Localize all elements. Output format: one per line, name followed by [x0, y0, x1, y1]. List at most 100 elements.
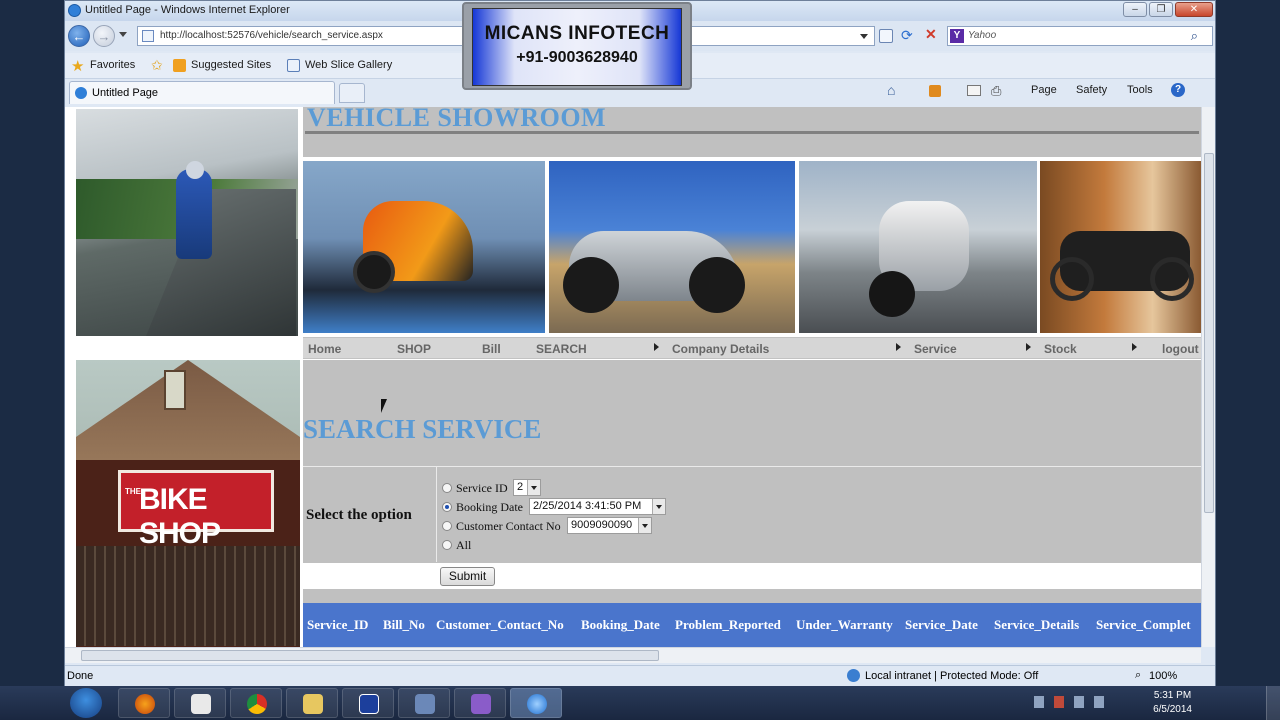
print-icon[interactable]: ⎙ [991, 83, 1001, 99]
col-bill-no: Bill_No [383, 617, 425, 632]
label-contact: Customer Contact No [456, 519, 561, 533]
suggested-sites-link[interactable]: Suggested Sites [191, 59, 271, 71]
forward-button[interactable]: → [93, 25, 115, 47]
menu-company-details[interactable]: Company Details [672, 342, 769, 356]
safety-menu[interactable]: Safety [1076, 84, 1107, 96]
taskbar-media-player[interactable] [174, 688, 226, 718]
web-slice-icon [287, 59, 300, 72]
mail-icon[interactable] [967, 85, 981, 96]
sign-text: BIKE SHOP [139, 483, 221, 550]
taskbar-visual-studio[interactable] [454, 688, 506, 718]
select-option-cell: Select the option [303, 466, 437, 562]
address-dropdown-icon[interactable] [860, 34, 868, 39]
close-button[interactable]: ✕ [1175, 2, 1213, 17]
banner-photo-cruiser-bike [1040, 161, 1201, 333]
tab-untitled-page[interactable]: Untitled Page [69, 81, 335, 104]
taskbar: 5:31 PM 6/5/2014 [0, 686, 1280, 720]
status-text: Done [67, 670, 94, 682]
service-id-value: 2 [517, 481, 524, 493]
app-window-icon [359, 694, 379, 714]
show-desktop-button[interactable] [1266, 686, 1280, 720]
menu-logout[interactable]: logout [1162, 342, 1199, 356]
horizontal-scroll-thumb[interactable] [81, 650, 659, 661]
page-content: THE BIKE SHOP VEHICLE SHOWROOM Home SHOP… [65, 107, 1201, 647]
menu-home[interactable]: Home [308, 342, 341, 356]
menu-bill[interactable]: Bill [482, 342, 501, 356]
label-service-id: Service ID [456, 481, 508, 495]
clock-time: 5:31 PM [1153, 690, 1192, 701]
ie-taskbar-icon [527, 694, 547, 714]
history-dropdown-icon[interactable] [119, 32, 127, 37]
service-id-select[interactable]: 2 [513, 479, 541, 496]
refresh-icon[interactable]: ⟳ [901, 27, 913, 44]
menu-service-arrow-icon [1026, 343, 1031, 351]
vertical-scrollbar[interactable] [1201, 107, 1215, 647]
submit-row: Submit [303, 563, 1201, 589]
search-form-area: SEARCH SERVICE Select the option Service… [303, 360, 1201, 590]
chrome-icon [247, 694, 267, 714]
suggested-sites-icon [173, 59, 186, 72]
tab-ie-icon [75, 87, 87, 99]
search-box[interactable]: Y Yahoo ⌕ [947, 26, 1213, 46]
search-provider: Yahoo [968, 30, 997, 41]
system-clock[interactable]: 5:31 PM 6/5/2014 [1153, 689, 1192, 717]
taskbar-explorer[interactable] [286, 688, 338, 718]
menu-service[interactable]: Service [914, 342, 957, 356]
page-heading: SEARCH SERVICE [303, 414, 542, 444]
window-title: Untitled Page - Windows Internet Explore… [85, 4, 290, 16]
minimize-button[interactable]: – [1123, 2, 1147, 17]
submit-button[interactable]: Submit [440, 567, 495, 586]
main-menu: Home SHOP Bill SEARCH Company Details Se… [303, 337, 1201, 359]
menu-shop[interactable]: SHOP [397, 342, 431, 356]
label-booking-date: Booking Date [456, 500, 523, 514]
menu-company-arrow-icon [896, 343, 901, 351]
radio-all[interactable] [442, 540, 452, 550]
banner-title: VEHICLE SHOWROOM [307, 107, 607, 132]
start-button[interactable] [70, 688, 102, 718]
add-favorites-icon[interactable]: ✩ [151, 57, 163, 74]
feeds-icon[interactable] [929, 85, 941, 97]
contact-select[interactable]: 9009090090 [567, 517, 652, 534]
watermark-overlay: MICANS INFOTECH +91-9003628940 [462, 2, 692, 90]
clock-date: 6/5/2014 [1153, 704, 1192, 715]
menu-search[interactable]: SEARCH [536, 342, 587, 356]
taskbar-firefox[interactable] [118, 688, 170, 718]
search-icon[interactable]: ⌕ [1191, 28, 1198, 44]
taskbar-internet-explorer[interactable] [510, 688, 562, 718]
horizontal-scrollbar[interactable] [65, 647, 1201, 663]
taskbar-tools[interactable] [398, 688, 450, 718]
stop-icon[interactable]: ✕ [925, 26, 937, 43]
home-icon[interactable]: ⌂ [887, 82, 895, 98]
media-player-icon [191, 694, 211, 714]
vertical-scroll-thumb[interactable] [1204, 153, 1214, 513]
booking-date-select[interactable]: 2/25/2014 3:41:50 PM [529, 498, 666, 515]
page-menu[interactable]: Page [1031, 84, 1057, 96]
web-slice-gallery-link[interactable]: Web Slice Gallery [305, 59, 392, 71]
taskbar-chrome[interactable] [230, 688, 282, 718]
status-bar: Done Local intranet | Protected Mode: Of… [65, 665, 1215, 686]
firefox-icon [135, 694, 155, 714]
yahoo-icon: Y [950, 29, 964, 43]
radio-booking-date[interactable] [442, 502, 452, 512]
service-id-dropdown-icon [527, 480, 540, 495]
new-tab-button[interactable] [339, 83, 365, 103]
radio-service-id[interactable] [442, 483, 452, 493]
compatibility-icon[interactable] [879, 29, 893, 43]
taskbar-app1[interactable] [342, 688, 394, 718]
col-under-warranty: Under_Warranty [796, 617, 893, 632]
zoom-level[interactable]: 100% [1149, 670, 1177, 682]
favorites-button[interactable]: Favorites [90, 59, 135, 71]
menu-stock[interactable]: Stock [1044, 342, 1077, 356]
maximize-button[interactable]: ❐ [1149, 2, 1173, 17]
back-button[interactable]: ← [68, 25, 90, 47]
tools-menu[interactable]: Tools [1127, 84, 1153, 96]
help-icon[interactable]: ? [1171, 83, 1185, 97]
col-service-id: Service_ID [307, 617, 369, 632]
zone-globe-icon [847, 669, 860, 682]
folder-icon [303, 694, 323, 714]
banner-photo-orange-bike [303, 161, 545, 333]
radio-contact[interactable] [442, 521, 452, 531]
menu-search-arrow-icon [654, 343, 659, 351]
tab-label: Untitled Page [92, 87, 159, 99]
select-option-label: Select the option [306, 507, 412, 523]
